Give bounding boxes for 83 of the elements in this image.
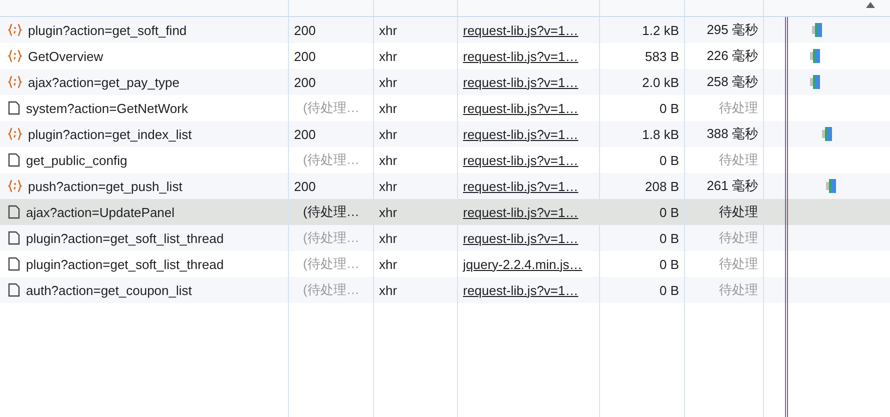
document-icon (8, 283, 20, 297)
json-braces-icon (8, 75, 22, 89)
status-text: (待处理… (303, 99, 360, 117)
size-text: 1.2 kB (642, 22, 679, 38)
time-text: 待处理 (719, 255, 758, 273)
size-text: 2.0 kB (642, 74, 679, 90)
status-text: (待处理… (303, 281, 360, 299)
time-text: 待处理 (719, 99, 758, 117)
waterfall-bar (810, 48, 821, 64)
size-text: 208 B (645, 178, 679, 194)
size-text: 1.8 kB (642, 126, 679, 142)
type-text: xhr (379, 282, 398, 298)
waterfall-bar (826, 178, 837, 194)
time-text: 388 毫秒 (706, 125, 758, 143)
size-text: 0 B (659, 152, 679, 168)
size-text: 0 B (659, 256, 679, 272)
type-text: xhr (379, 256, 398, 272)
type-text: xhr (379, 74, 398, 90)
time-text: 待处理 (719, 203, 758, 221)
request-name[interactable]: GetOverview (28, 48, 104, 64)
document-icon (8, 231, 20, 245)
status-text: (待处理… (303, 151, 360, 169)
initiator-link[interactable]: request-lib.js?v=1… (463, 48, 578, 64)
time-text: 待处理 (719, 281, 758, 299)
time-text: 226 毫秒 (706, 47, 758, 65)
json-braces-icon (8, 127, 22, 141)
status-text: 200 (294, 126, 316, 142)
type-text: xhr (379, 152, 398, 168)
waterfall-bar (822, 126, 833, 142)
request-name[interactable]: push?action=get_push_list (28, 178, 182, 194)
type-text: xhr (379, 178, 398, 194)
status-text: 200 (294, 48, 316, 64)
status-text: (待处理… (303, 255, 360, 273)
request-name[interactable]: auth?action=get_coupon_list (26, 282, 192, 298)
request-name[interactable]: plugin?action=get_soft_find (28, 22, 187, 38)
size-text: 0 B (659, 204, 679, 220)
initiator-link[interactable]: request-lib.js?v=1… (463, 100, 578, 116)
request-name[interactable]: system?action=GetNetWork (26, 100, 188, 116)
document-icon (8, 205, 20, 219)
status-text: (待处理… (303, 229, 360, 247)
waterfall-bar (812, 22, 823, 38)
request-name[interactable]: plugin?action=get_soft_list_thread (26, 230, 224, 246)
type-text: xhr (379, 230, 398, 246)
initiator-link[interactable]: request-lib.js?v=1… (463, 204, 578, 220)
initiator-link[interactable]: request-lib.js?v=1… (463, 282, 578, 298)
request-name[interactable]: plugin?action=get_soft_list_thread (26, 256, 224, 272)
type-text: xhr (379, 100, 398, 116)
time-text: 258 毫秒 (706, 73, 758, 91)
time-text: 295 毫秒 (706, 21, 758, 39)
type-text: xhr (379, 22, 398, 38)
initiator-link[interactable]: request-lib.js?v=1… (463, 74, 578, 90)
request-name[interactable]: plugin?action=get_index_list (28, 126, 192, 142)
time-text: 261 毫秒 (706, 177, 758, 195)
waterfall-bar (810, 74, 821, 90)
document-icon (8, 101, 20, 115)
request-name[interactable]: get_public_config (26, 152, 128, 168)
time-text: 待处理 (719, 151, 758, 169)
json-braces-icon (8, 179, 22, 193)
initiator-link[interactable]: request-lib.js?v=1… (463, 22, 578, 38)
status-text: 200 (294, 178, 316, 194)
time-text: 待处理 (719, 229, 758, 247)
size-text: 583 B (645, 48, 679, 64)
initiator-link[interactable]: request-lib.js?v=1… (463, 178, 578, 194)
request-name[interactable]: ajax?action=UpdatePanel (26, 204, 175, 220)
size-text: 0 B (659, 100, 679, 116)
status-text: (待处理… (303, 203, 360, 221)
status-text: 200 (294, 22, 316, 38)
document-icon (8, 257, 20, 271)
document-icon (8, 153, 20, 167)
type-text: xhr (379, 126, 398, 142)
size-text: 0 B (659, 282, 679, 298)
sort-arrow-icon[interactable] (866, 2, 875, 8)
initiator-link[interactable]: jquery-2.2.4.min.js… (463, 256, 582, 272)
status-text: 200 (294, 74, 316, 90)
type-text: xhr (379, 204, 398, 220)
initiator-link[interactable]: request-lib.js?v=1… (463, 126, 578, 142)
initiator-link[interactable]: request-lib.js?v=1… (463, 230, 578, 246)
json-braces-icon (8, 23, 22, 37)
request-name[interactable]: ajax?action=get_pay_type (28, 74, 180, 90)
initiator-link[interactable]: request-lib.js?v=1… (463, 152, 578, 168)
json-braces-icon (8, 49, 22, 63)
type-text: xhr (379, 48, 398, 64)
size-text: 0 B (659, 230, 679, 246)
